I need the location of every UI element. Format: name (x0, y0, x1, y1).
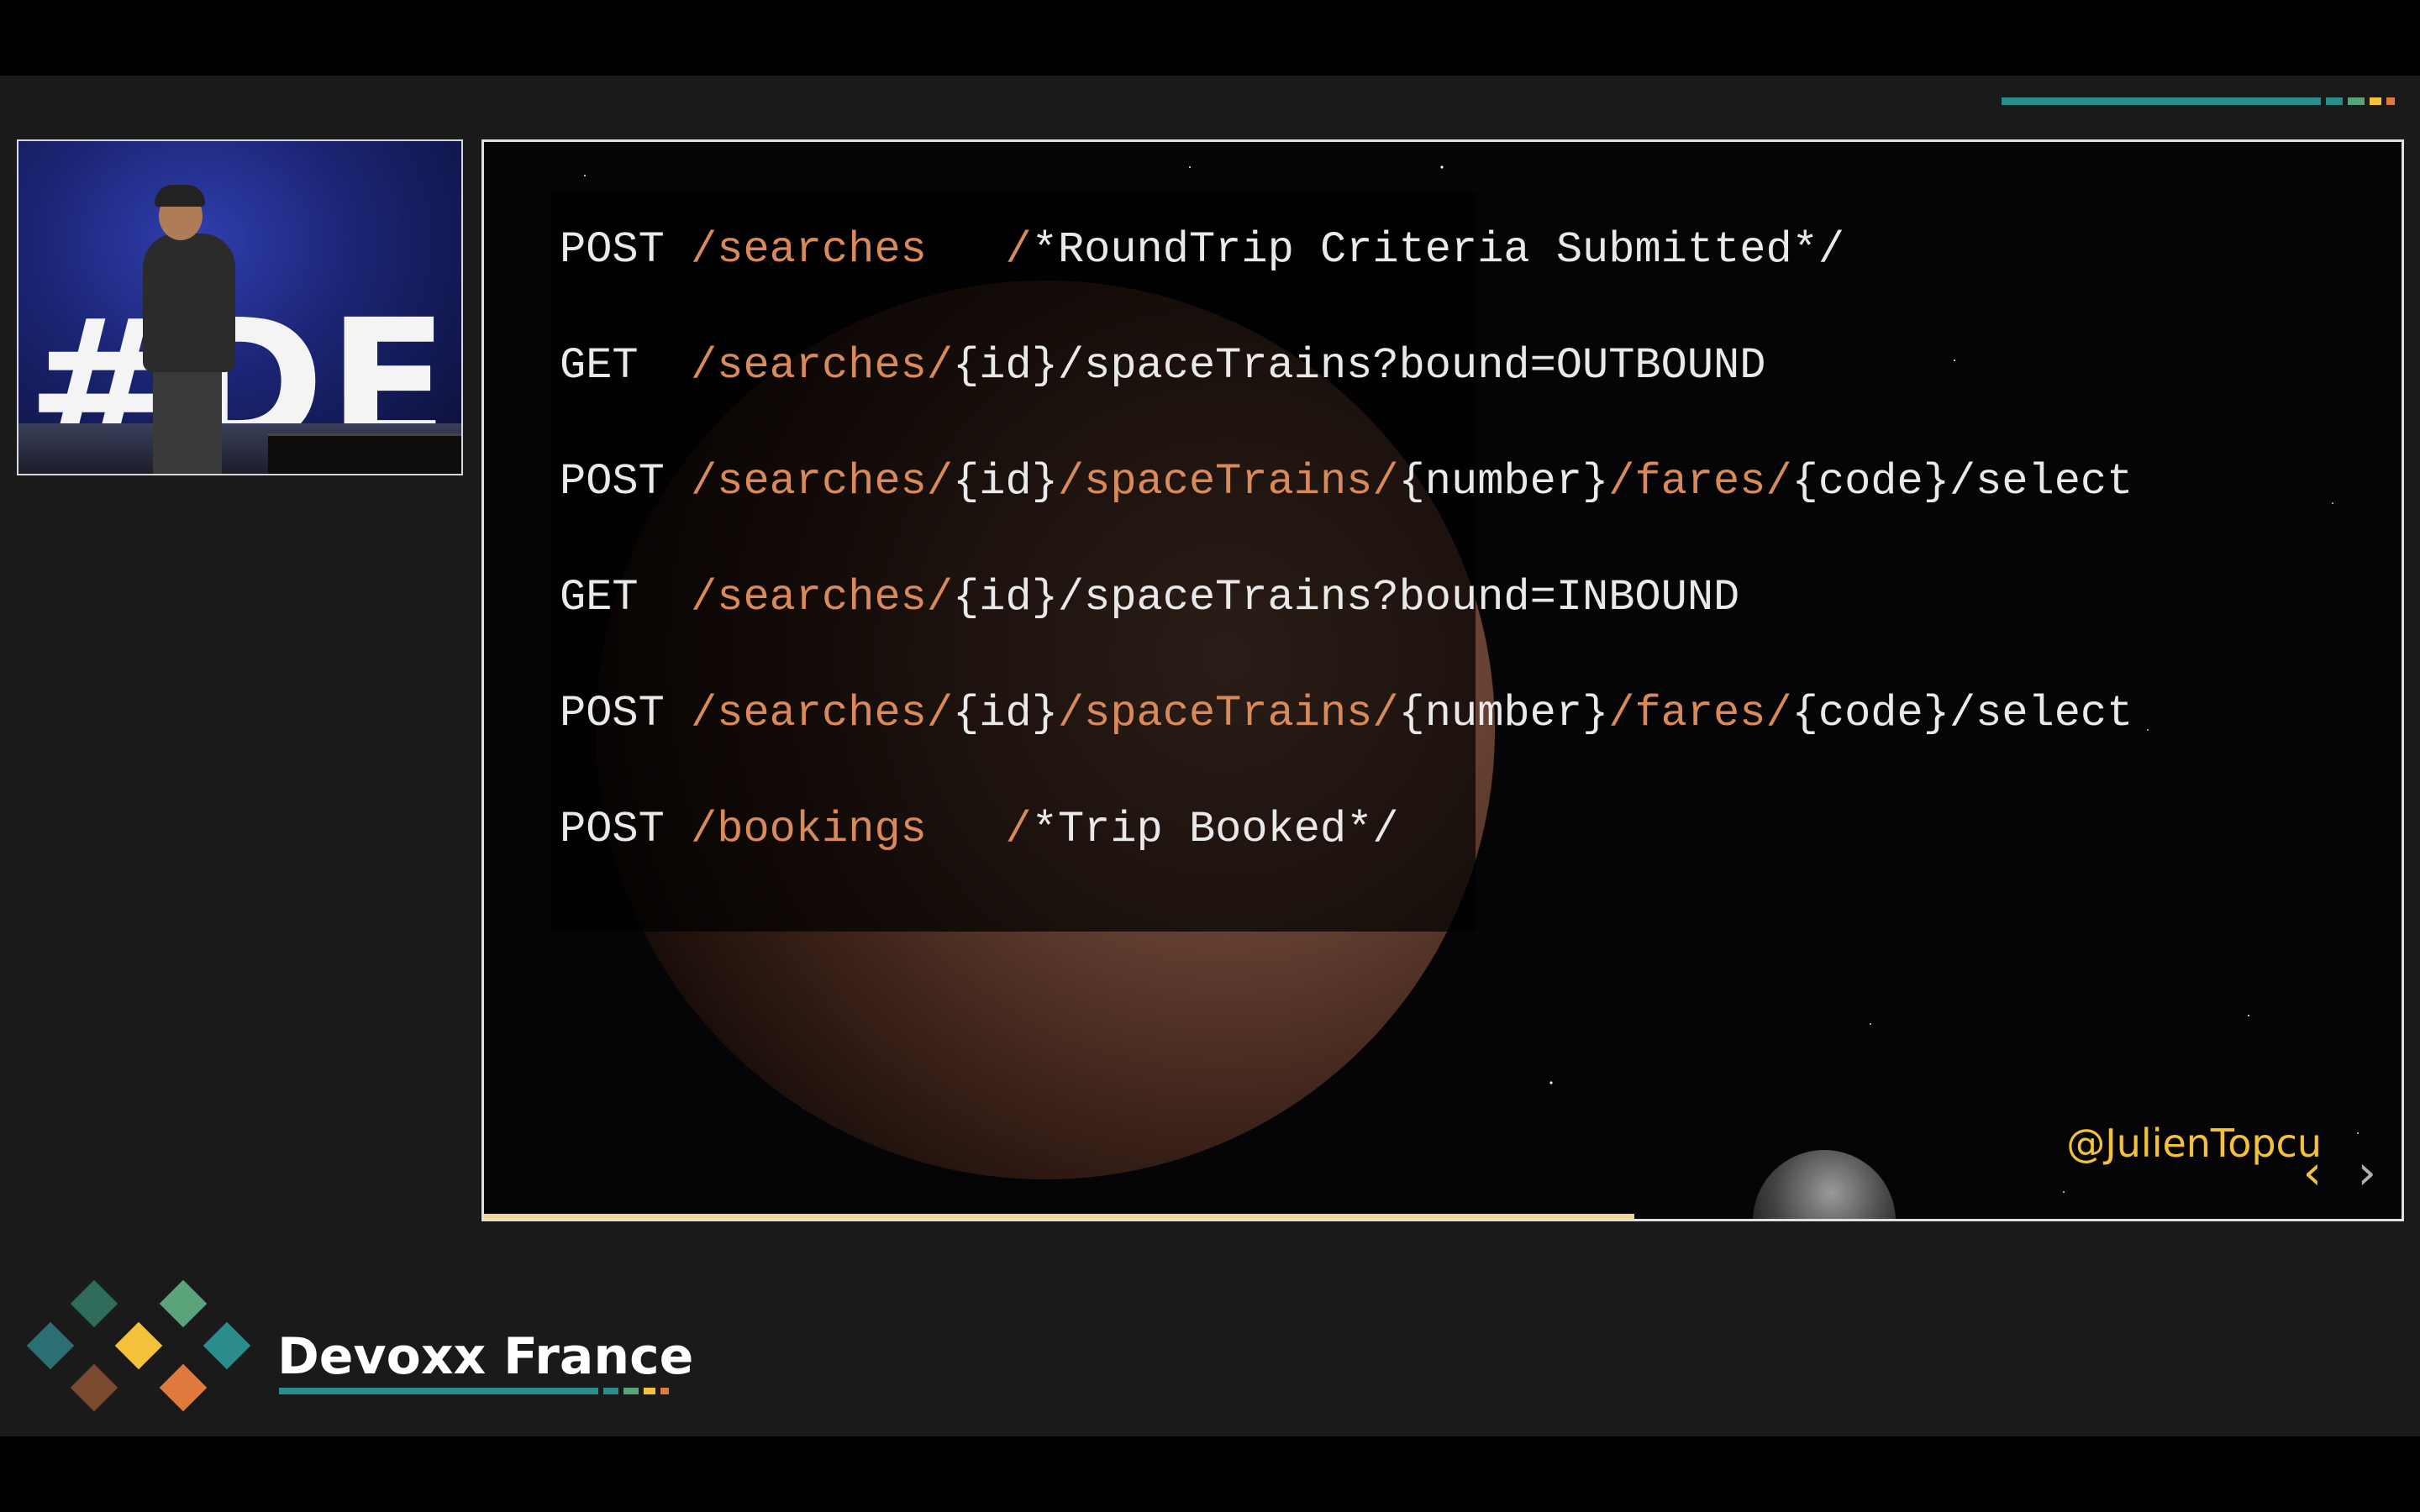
code-text-token: POST (560, 689, 692, 738)
api-code-block: POST /searches /*RoundTrip Criteria Subm… (560, 192, 2133, 888)
code-path-token: /bookings (691, 805, 927, 854)
speaker-video: #DE (17, 139, 463, 475)
code-path-token: / (1005, 805, 1032, 854)
chevron-left-icon[interactable]: ‹ (2303, 1150, 2322, 1197)
presentation-slide: POST /searches /*RoundTrip Criteria Subm… (481, 139, 2404, 1221)
code-text-token: GET (560, 573, 692, 622)
code-line: GET /searches/{id}/spaceTrains?bound=INB… (560, 540, 2133, 656)
code-text-token: POST (560, 805, 692, 854)
code-path-token: / (1005, 225, 1032, 275)
code-path-token: /searches (691, 225, 927, 275)
code-line: POST /bookings /*Trip Booked*/ (560, 772, 2133, 888)
code-text-token: {number} (1398, 689, 1609, 738)
code-text-token: GET (560, 341, 692, 391)
code-path-token: /searches/ (691, 573, 954, 622)
conference-stream-frame: #DE POST /searches /*RoundTrip Criteria … (0, 76, 2420, 1436)
code-text-token: POST (560, 457, 692, 507)
code-path-token: /searches/ (691, 457, 954, 507)
brand-name: Devoxx France (277, 1327, 694, 1386)
author-handle: @JulienTopcu (2066, 1121, 2322, 1166)
code-text-token: {id}/spaceTrains?bound=INBOUND (953, 573, 1740, 622)
code-line: POST /searches/{id}/spaceTrains/{number}… (560, 424, 2133, 540)
speaker-body (143, 234, 235, 372)
top-decorative-bar (2002, 97, 2395, 105)
code-text-token: *Trip Booked*/ (1031, 805, 1399, 854)
chevron-right-icon[interactable]: › (2358, 1150, 2376, 1197)
stage-monitor (268, 433, 461, 474)
code-path-token: /fares/ (1608, 457, 1792, 507)
speaker-legs (153, 368, 222, 474)
slide-progress-bar (484, 1214, 1635, 1219)
code-text-token: *RoundTrip Criteria Submitted*/ (1031, 225, 1845, 275)
code-text-token: {id} (953, 689, 1058, 738)
code-line: POST /searches /*RoundTrip Criteria Subm… (560, 192, 2133, 308)
code-path-token: /spaceTrains/ (1057, 457, 1399, 507)
devoxx-logo-icon (25, 1277, 252, 1420)
code-line: POST /searches/{id}/spaceTrains/{number}… (560, 656, 2133, 772)
code-text-token: {code}/select (1791, 457, 2133, 507)
code-text-token: {id} (953, 457, 1058, 507)
code-path-token: /searches/ (691, 341, 954, 391)
code-text-token: {code}/select (1791, 689, 2133, 738)
code-path-token: /searches/ (691, 689, 954, 738)
code-path-token: /fares/ (1608, 689, 1792, 738)
code-text-token: {id}/spaceTrains?bound=OUTBOUND (953, 341, 1766, 391)
code-text-token: {number} (1398, 457, 1609, 507)
speaker-cap (155, 185, 205, 207)
code-line: GET /searches/{id}/spaceTrains?bound=OUT… (560, 308, 2133, 424)
code-path-token: /spaceTrains/ (1057, 689, 1399, 738)
code-text-token: POST (560, 225, 692, 275)
brand-decorative-bar (279, 1388, 669, 1394)
